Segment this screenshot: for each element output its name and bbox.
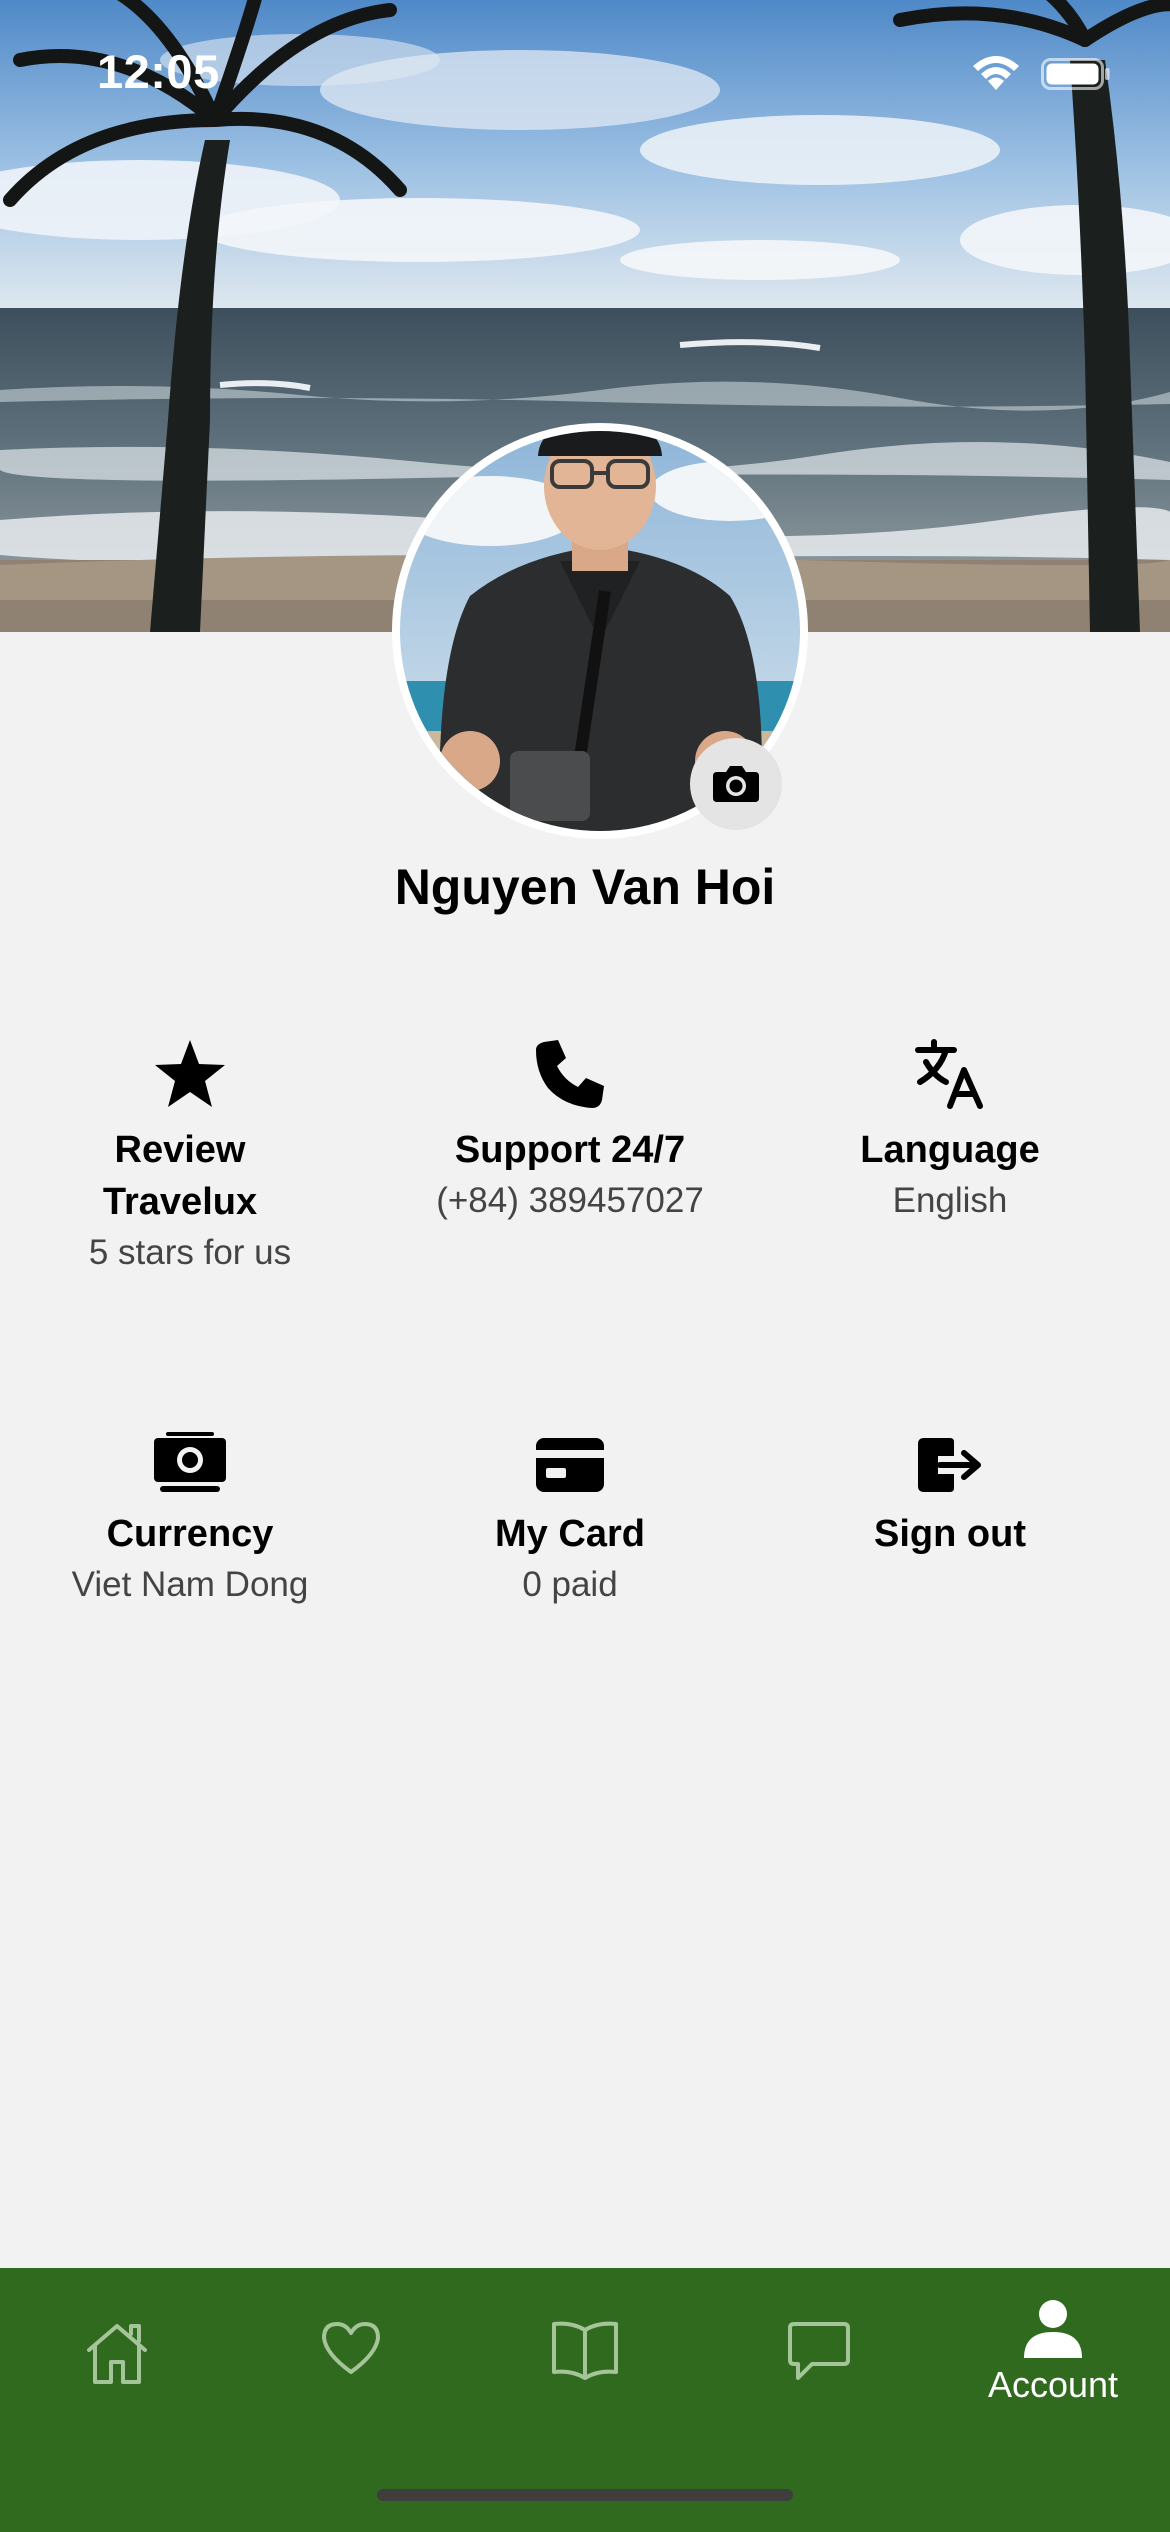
- review-option[interactable]: Review Travelux 5 stars for us: [0, 1038, 380, 1278]
- account-icon: [1024, 2300, 1082, 2358]
- review-subtitle: 5 stars for us: [88, 1233, 292, 1272]
- wifi-icon: [973, 56, 1019, 90]
- my-card-option[interactable]: My Card 0 paid: [380, 1436, 760, 1610]
- status-bar: 12:05: [0, 0, 1170, 140]
- currency-subtitle: Viet Nam Dong: [71, 1565, 309, 1604]
- tab-account[interactable]: Account: [936, 2268, 1170, 2468]
- tab-messages[interactable]: [702, 2268, 936, 2468]
- home-indicator: [377, 2489, 793, 2501]
- change-photo-button[interactable]: [690, 738, 782, 830]
- user-name: Nguyen Van Hoi: [394, 859, 776, 915]
- tab-home[interactable]: [0, 2268, 234, 2468]
- tab-guides[interactable]: [468, 2268, 702, 2468]
- sign-out-icon: [918, 1438, 981, 1492]
- tab-account-label: Account: [987, 2364, 1119, 2405]
- chat-icon: [788, 2322, 850, 2380]
- credit-card-icon: [536, 1438, 604, 1492]
- book-icon: [552, 2321, 618, 2380]
- currency-option[interactable]: Currency Viet Nam Dong: [0, 1432, 380, 1610]
- translate-icon: [915, 1039, 983, 1109]
- heart-icon: [322, 2322, 380, 2374]
- sign-out-option[interactable]: Sign out: [760, 1436, 1140, 1560]
- star-icon: [155, 1040, 225, 1107]
- camera-icon: [713, 766, 759, 802]
- language-title: Language: [860, 1129, 1040, 1171]
- support-title: Support 24/7: [454, 1129, 686, 1171]
- support-subtitle: (+84) 389457027: [436, 1181, 704, 1220]
- my-card-subtitle: 0 paid: [522, 1565, 618, 1604]
- home-icon: [87, 2324, 147, 2384]
- language-option[interactable]: Language English: [760, 1038, 1140, 1226]
- support-option[interactable]: Support 24/7 (+84) 389457027: [380, 1038, 760, 1226]
- tab-favorites[interactable]: [234, 2268, 468, 2468]
- battery-icon: [1041, 58, 1110, 90]
- language-subtitle: English: [892, 1181, 1008, 1220]
- money-icon: [154, 1432, 226, 1492]
- review-title: Review Travelux: [102, 1129, 258, 1223]
- sign-out-title: Sign out: [874, 1513, 1026, 1555]
- status-time: 12:05: [97, 45, 220, 98]
- my-card-title: My Card: [495, 1513, 645, 1555]
- phone-icon: [536, 1040, 604, 1108]
- currency-title: Currency: [106, 1513, 274, 1555]
